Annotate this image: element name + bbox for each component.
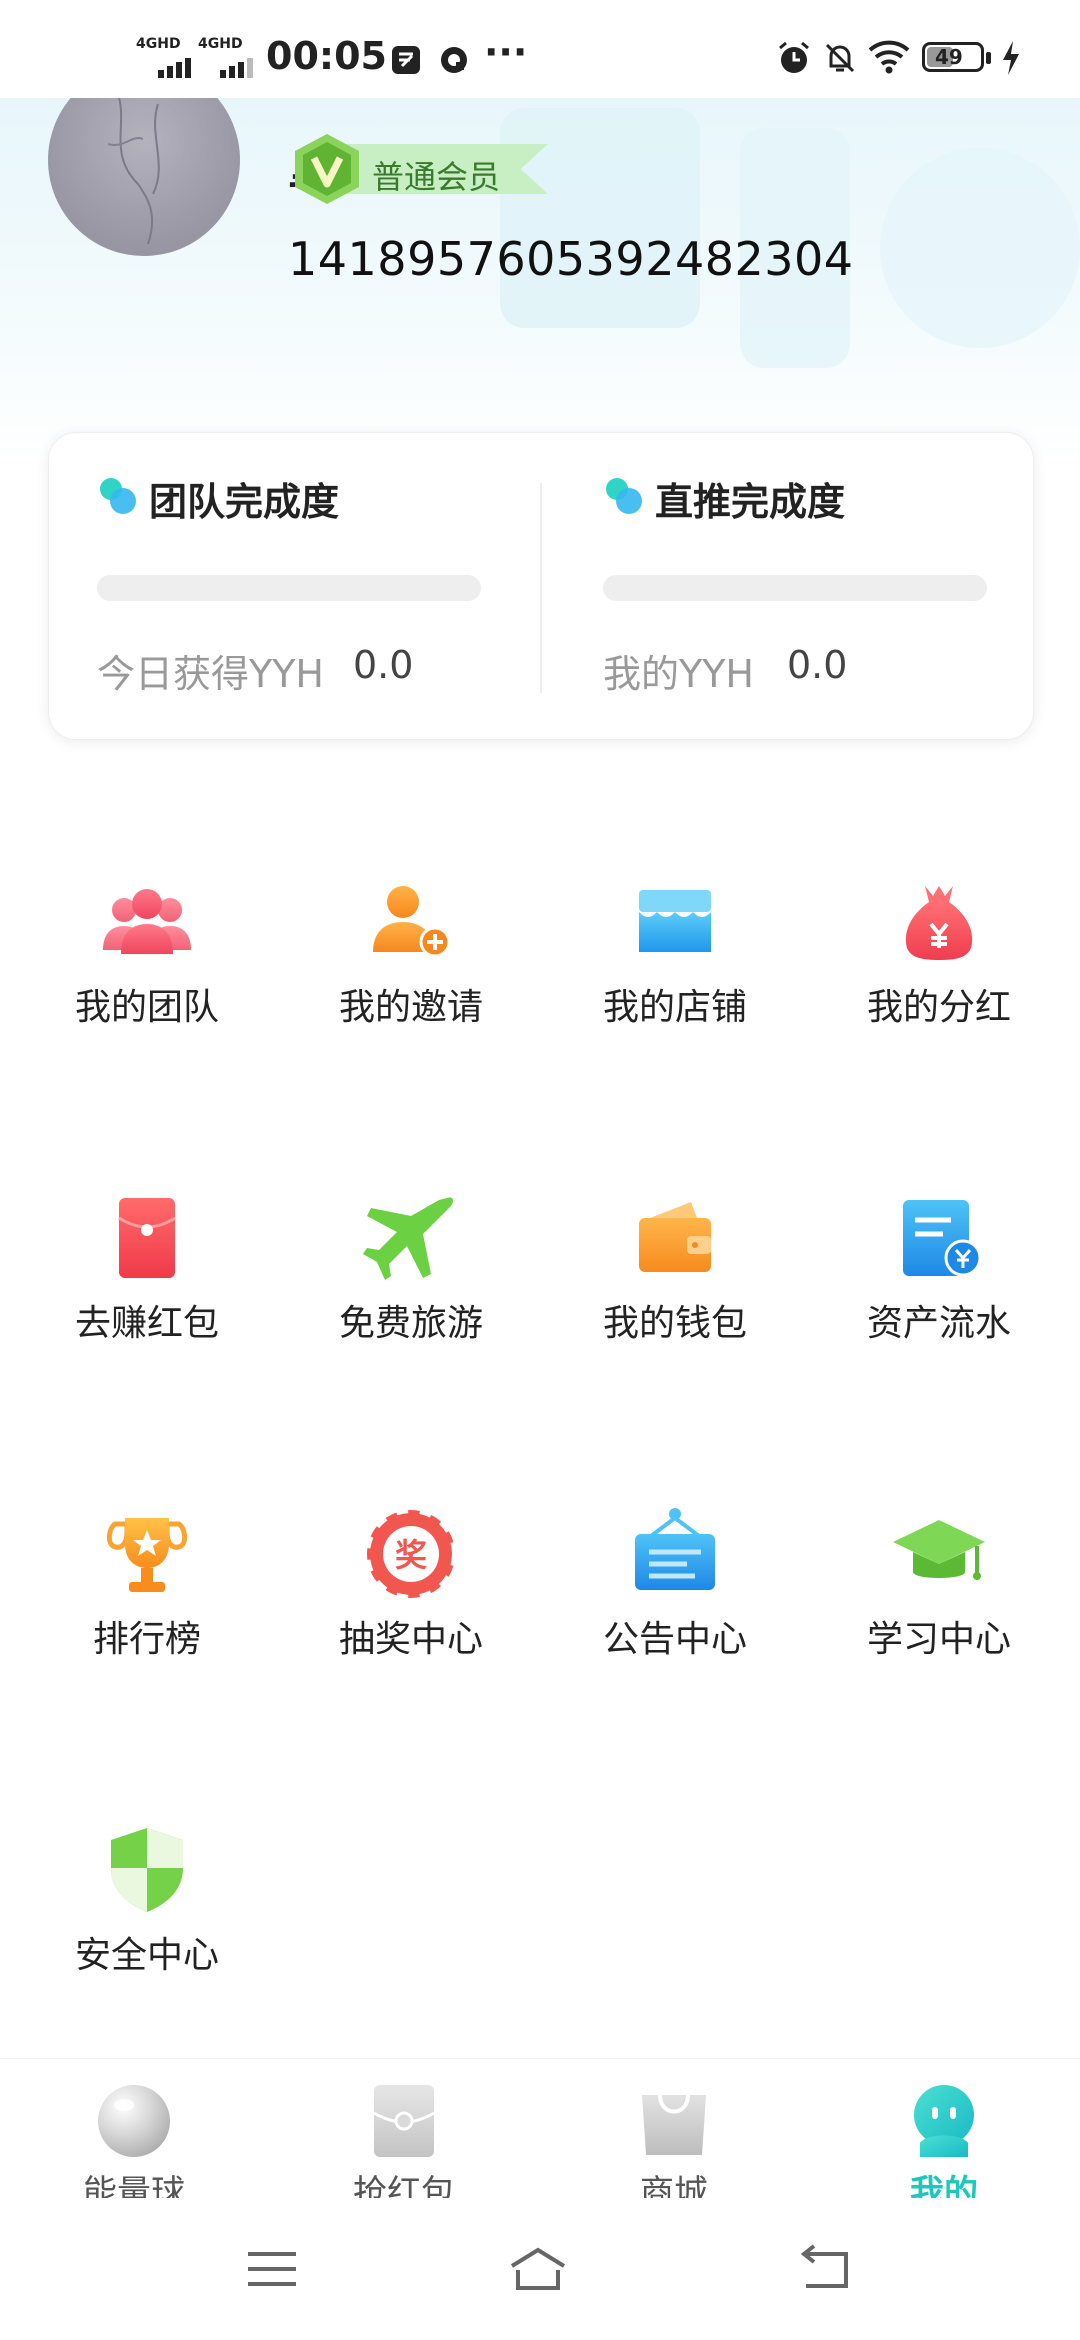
progress-card: 团队完成度 今日获得YYH 0.0 直推完成度 我的YYH 0.0	[48, 432, 1034, 740]
today-earned-value: 0.0	[353, 643, 414, 687]
battery-level: 49	[935, 45, 963, 69]
menu-label: 我的团队	[74, 987, 219, 1028]
tab-mall[interactable]: 商城	[574, 2071, 774, 2213]
direct-progress-bar	[603, 575, 987, 601]
alarm-icon	[779, 41, 809, 73]
tab-energy-ball[interactable]: 能量球	[34, 2071, 234, 2213]
team-progress-bar	[97, 575, 481, 601]
menu-lottery-center[interactable]: 奖 抽奖中心	[296, 1504, 526, 1704]
vip-v-icon	[295, 134, 359, 204]
svg-text:奖: 奖	[395, 1536, 427, 1574]
menu-security-center[interactable]: 安全中心	[32, 1820, 262, 2020]
more-notifications: ···	[484, 30, 528, 74]
menu-label: 我的分红	[866, 987, 1011, 1028]
menu-label: 安全中心	[74, 1935, 219, 1976]
profile-header: 昊月 普通会员 1418957605392482304	[0, 64, 1080, 458]
shopping-bag-icon	[642, 2094, 706, 2155]
status-bar: 4GHD 4GHD 00:05 ··· 49	[0, 0, 1080, 98]
invite-icon	[373, 886, 451, 958]
menu-my-dividend[interactable]: 我的分红	[824, 872, 1054, 1072]
menu-label: 学习中心	[866, 1619, 1011, 1660]
home-icon[interactable]	[508, 2244, 568, 2294]
today-earned-label: 今日获得YYH	[97, 652, 324, 696]
network-type-2: 4GHD	[198, 36, 243, 52]
notice-board-icon	[635, 1508, 715, 1590]
menu-learning-center[interactable]: 学习中心	[824, 1504, 1054, 1704]
shop-icon	[639, 890, 711, 952]
menu-label: 排行榜	[92, 1619, 201, 1660]
menu-my-invite[interactable]: 我的邀请	[296, 872, 526, 1072]
direct-progress-section: 直推完成度 我的YYH 0.0	[603, 433, 1043, 739]
money-bag-icon	[905, 886, 973, 960]
direct-progress-icon	[606, 478, 642, 514]
menu-label: 公告中心	[602, 1619, 747, 1660]
menu-icon[interactable]	[242, 2244, 302, 2294]
trophy-icon	[106, 1518, 188, 1592]
team-progress-title: 团队完成度	[149, 480, 340, 524]
tab-grab-red-envelope[interactable]: 抢红包	[304, 2071, 504, 2213]
menu-label: 去赚红包	[74, 1303, 219, 1344]
back-icon[interactable]	[796, 2244, 856, 2294]
team-progress-section: 团队完成度 今日获得YYH 0.0	[97, 433, 537, 739]
my-yyh-value: 0.0	[787, 643, 848, 687]
chat-app-icon	[441, 47, 467, 73]
menu-label: 我的邀请	[338, 987, 483, 1028]
team-progress-icon	[100, 478, 136, 514]
bottom-tab-bar: 能量球 抢红包 商城 我的	[0, 2058, 1080, 2213]
direct-progress-title: 直推完成度	[655, 480, 846, 524]
menu-asset-flow[interactable]: 资产流水	[824, 1188, 1054, 1388]
user-id: 1418957605392482304	[288, 232, 854, 286]
airplane-icon	[363, 1197, 454, 1280]
wallet-icon	[639, 1202, 711, 1272]
menu-label: 免费旅游	[338, 1303, 483, 1344]
menu-notice-center[interactable]: 公告中心	[560, 1504, 790, 1704]
menu-free-travel[interactable]: 免费旅游	[296, 1188, 526, 1388]
menu-label: 我的店铺	[602, 987, 747, 1028]
menu-my-shop[interactable]: 我的店铺	[560, 872, 790, 1072]
mute-bell-icon	[825, 43, 855, 73]
member-level-label: 普通会员	[372, 158, 501, 196]
network-type-1: 4GHD	[136, 36, 181, 52]
ledger-icon	[903, 1200, 982, 1277]
signal-2-icon: 4GHD	[198, 36, 258, 78]
tab-mine[interactable]: 我的	[844, 2071, 1044, 2213]
graduation-cap-icon	[893, 1520, 985, 1580]
menu-my-team[interactable]: 我的团队	[32, 872, 262, 1072]
card-divider	[540, 483, 542, 693]
wifi-icon	[868, 40, 910, 74]
menu-label: 抽奖中心	[338, 1619, 483, 1660]
charging-icon	[1003, 41, 1019, 75]
menu-my-wallet[interactable]: 我的钱包	[560, 1188, 790, 1388]
menu-label: 我的钱包	[602, 1303, 747, 1344]
red-envelope-icon	[118, 1198, 176, 1278]
my-yyh-label: 我的YYH	[603, 652, 754, 696]
menu-leaderboard[interactable]: 排行榜	[32, 1504, 262, 1704]
signal-1-icon: 4GHD	[136, 36, 196, 78]
notification-app-icon	[392, 46, 420, 74]
clock: 00:05	[266, 34, 387, 78]
grab-red-envelope-icon	[373, 2085, 435, 2157]
menu-label: 资产流水	[866, 1303, 1011, 1344]
menu-earn-red-envelope[interactable]: 去赚红包	[32, 1188, 262, 1388]
system-navigation-bar	[0, 2198, 1080, 2340]
member-level-badge: 普通会员	[290, 132, 550, 206]
profile-icon	[914, 2085, 974, 2157]
lottery-icon: 奖	[364, 1507, 458, 1601]
energy-ball-icon	[98, 2085, 170, 2157]
battery-icon: 49	[922, 42, 984, 72]
shield-icon	[111, 1828, 183, 1912]
team-icon	[103, 889, 191, 954]
